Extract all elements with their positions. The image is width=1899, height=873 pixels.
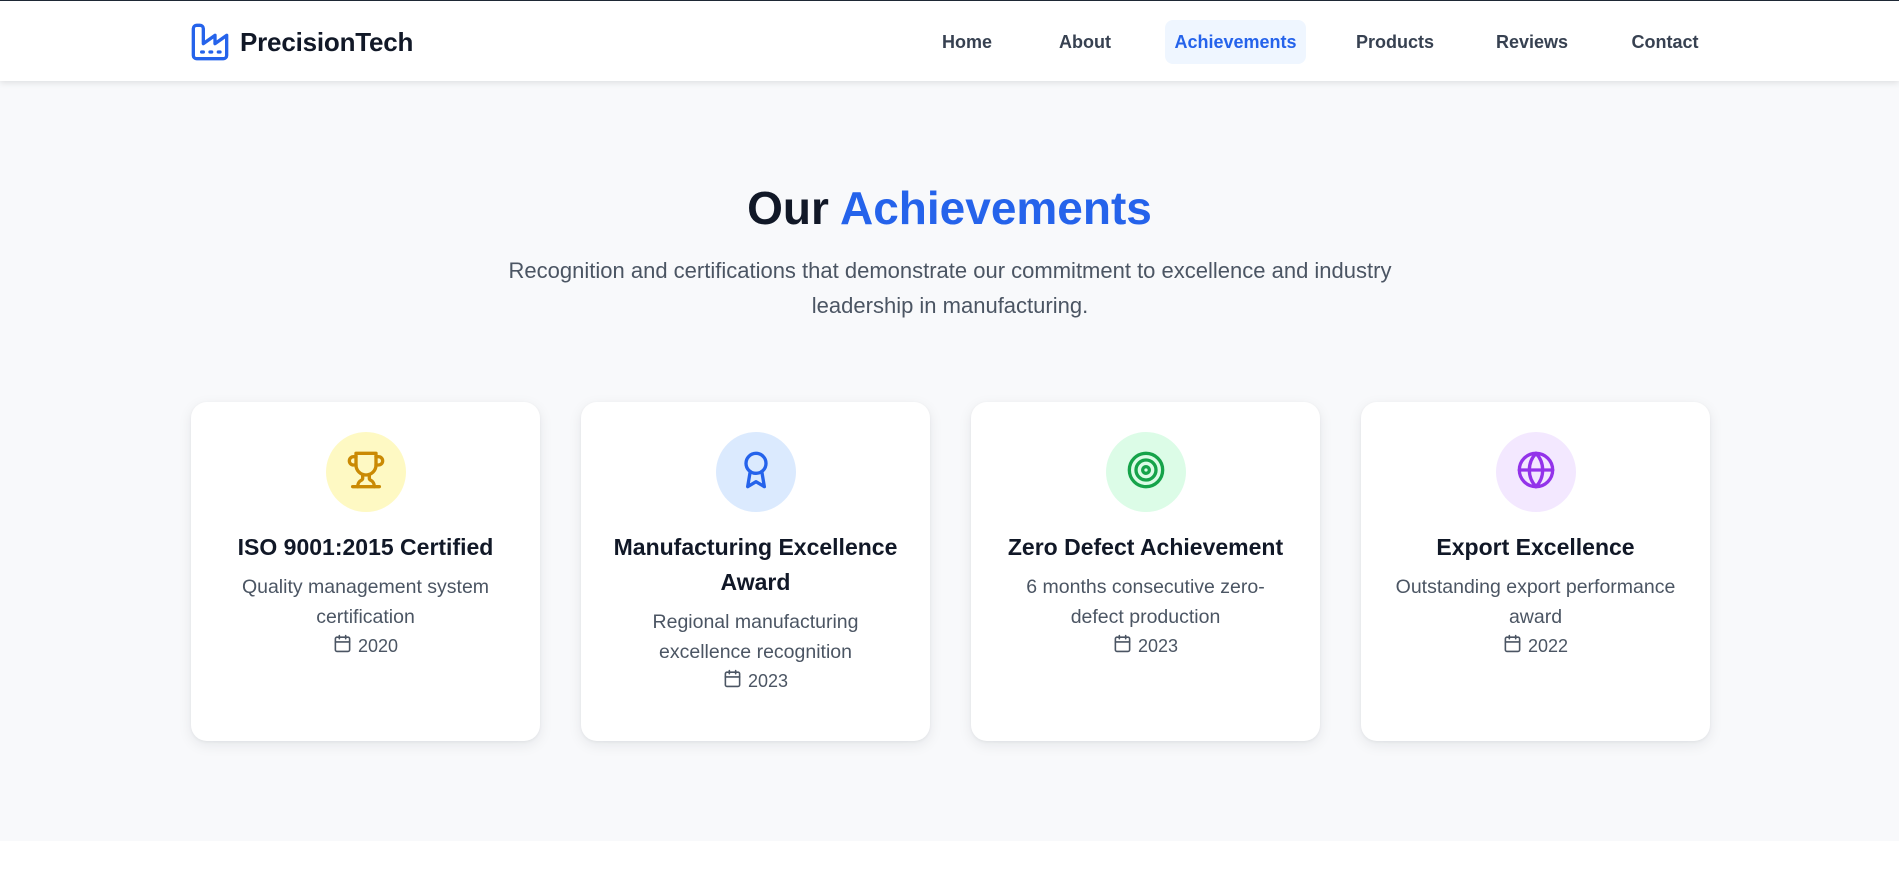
- calendar-icon: [1113, 634, 1132, 658]
- achievement-description: Regional manufacturing excellence recogn…: [652, 611, 859, 663]
- target-icon: [1126, 450, 1166, 495]
- achievement-year: 2020: [191, 634, 540, 658]
- achievement-year-text: 2022: [1527, 635, 1569, 656]
- achievement-card: ISO 9001:2015 Certified Quality manageme…: [191, 402, 540, 741]
- achievement-card: Zero Defect Achievement 6 months consecu…: [971, 402, 1320, 741]
- achievement-description: Quality management system certification: [241, 576, 490, 628]
- calendar-icon: [723, 669, 742, 693]
- page-bottom: [0, 841, 1899, 873]
- nav-contact[interactable]: Contact: [1620, 20, 1710, 64]
- award-icon-circle: [716, 432, 796, 512]
- section-subtitle: Recognition and certifications that demo…: [508, 258, 1392, 318]
- site-header: PrecisionTech Home About Achievements Pr…: [0, 1, 1899, 81]
- achievement-card: Manufacturing Excellence Award Regional …: [581, 402, 930, 741]
- trophy-icon-circle: [326, 432, 406, 512]
- achievements-section: Our Achievements Recognition and certifi…: [0, 81, 1899, 841]
- achievement-title: Manufacturing Excellence Award: [613, 534, 898, 595]
- achievement-year-text: 2023: [1137, 635, 1179, 656]
- nav-about[interactable]: About: [1048, 20, 1122, 64]
- achievement-description: Outstanding export performance award: [1395, 576, 1676, 628]
- achievement-year-text: 2020: [357, 635, 399, 656]
- achievement-year: 2022: [1361, 634, 1710, 658]
- achievement-year: 2023: [581, 669, 930, 693]
- trophy-icon: [346, 450, 386, 495]
- section-title: Our Achievements: [0, 181, 1899, 235]
- main-nav: Home About Achievements Products Reviews…: [0, 20, 1899, 64]
- nav-home[interactable]: Home: [930, 20, 1004, 64]
- nav-achievements[interactable]: Achievements: [1165, 20, 1306, 64]
- achievement-year-text: 2023: [747, 670, 789, 691]
- globe-icon-circle: [1496, 432, 1576, 512]
- section-title-prefix: Our: [747, 182, 829, 234]
- achievement-title: Zero Defect Achievement: [1007, 534, 1284, 560]
- calendar-icon: [1503, 634, 1522, 658]
- achievement-title: ISO 9001:2015 Certified: [237, 534, 494, 560]
- achievement-description: 6 months consecutive zero-defect product…: [1026, 576, 1265, 628]
- globe-icon: [1516, 450, 1556, 495]
- target-icon-circle: [1106, 432, 1186, 512]
- calendar-icon: [333, 634, 352, 658]
- achievement-year: 2023: [971, 634, 1320, 658]
- nav-products[interactable]: Products: [1348, 20, 1442, 64]
- nav-reviews[interactable]: Reviews: [1487, 20, 1577, 64]
- award-ribbon-icon: [736, 450, 776, 495]
- section-title-accent: Achievements: [839, 182, 1152, 234]
- achievement-card: Export Excellence Outstanding export per…: [1361, 402, 1710, 741]
- achievement-title: Export Excellence: [1436, 534, 1635, 560]
